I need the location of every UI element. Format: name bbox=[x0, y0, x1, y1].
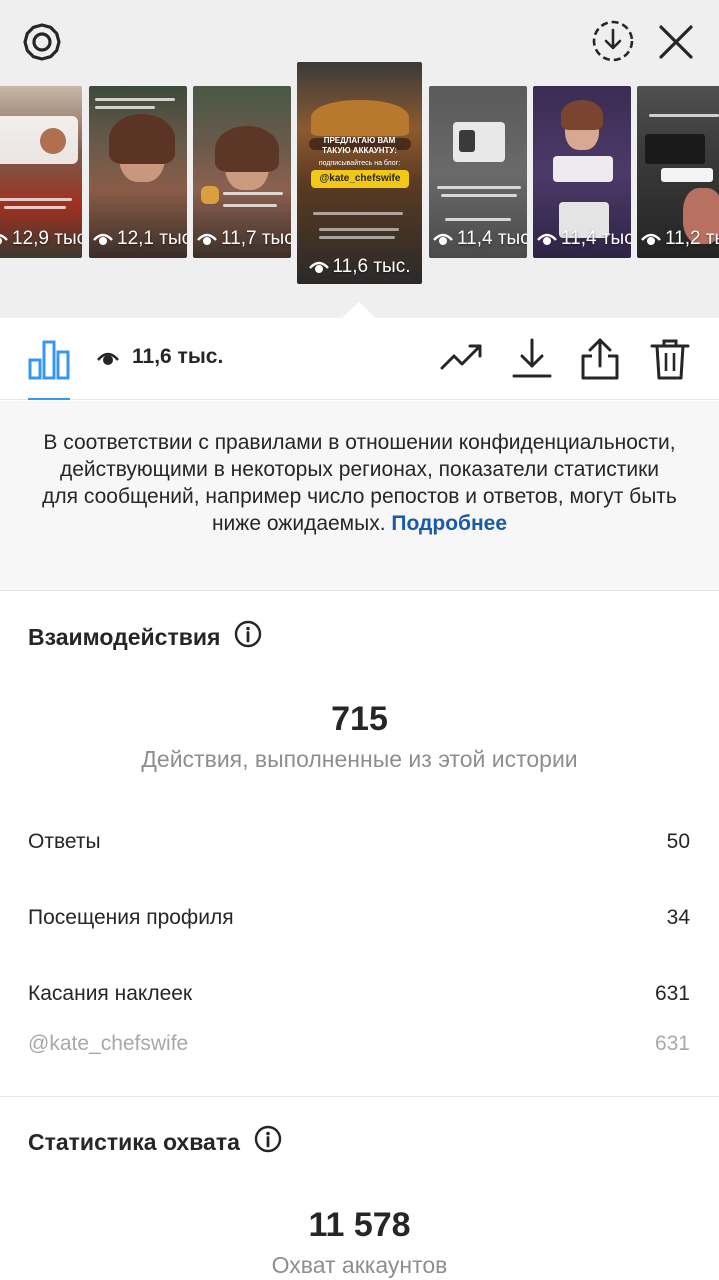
story-view-count: 11,4 тыс bbox=[533, 228, 631, 250]
trending-icon[interactable] bbox=[440, 338, 484, 383]
views-count: 11,6 тыс. bbox=[132, 345, 224, 368]
insights-panel: 11,6 тыс. В соответствии с правилами в о… bbox=[0, 318, 719, 1280]
download-icon[interactable] bbox=[512, 338, 552, 385]
interactions-section-title: Взаимодействия bbox=[28, 620, 262, 654]
close-icon[interactable] bbox=[656, 22, 696, 62]
insights-toolbar: 11,6 тыс. bbox=[0, 318, 719, 400]
privacy-notice: В соответствии с правилами в отношении к… bbox=[0, 401, 719, 591]
story-thumbnail[interactable]: 11,2 тыс bbox=[637, 86, 719, 258]
download-circle-icon[interactable] bbox=[590, 18, 636, 64]
story-thumbnail[interactable]: 11,7 тыс bbox=[193, 86, 291, 258]
story-thumbnail[interactable]: 11,4 тыс bbox=[533, 86, 631, 258]
views-eye-icon bbox=[97, 348, 119, 373]
stat-row-profile-visits: Посещения профиля 34 bbox=[28, 906, 690, 930]
learn-more-link[interactable]: Подробнее bbox=[391, 512, 507, 535]
insights-chart-icon[interactable] bbox=[28, 338, 70, 385]
info-icon[interactable] bbox=[254, 1125, 282, 1159]
stat-row-replies: Ответы 50 bbox=[28, 830, 690, 854]
info-icon[interactable] bbox=[234, 620, 262, 654]
interactions-title: Взаимодействия bbox=[28, 623, 221, 650]
story-thumbnail-selected[interactable]: ПРЕДЛАГАЮ ВАМ ТАКУЮ АККАУНТУ: подписывай… bbox=[297, 62, 422, 284]
settings-gear-icon[interactable] bbox=[20, 20, 64, 64]
story-handle-sticker: @kate_chefswife bbox=[311, 170, 409, 188]
active-tab-indicator bbox=[28, 398, 70, 400]
privacy-notice-text: В соответствии с правилами в отношении к… bbox=[42, 431, 677, 535]
stat-value: 34 bbox=[666, 906, 690, 929]
story-headline: ПРЕДЛАГАЮ ВАМ ТАКУЮ АККАУНТУ: bbox=[322, 136, 397, 155]
section-divider bbox=[0, 1096, 719, 1097]
stat-label: Посещения профиля bbox=[28, 906, 234, 929]
story-view-count: 12,9 тыс bbox=[0, 228, 82, 250]
story-carousel-area: 12,9 тыс 12,1 тыс 11,7 тыс ПРЕДЛАГАЮ ВАМ… bbox=[0, 0, 719, 318]
reach-total: 11 578 bbox=[308, 1206, 411, 1244]
reach-title: Статистика охвата bbox=[28, 1128, 240, 1155]
story-view-count: 11,2 тыс bbox=[637, 228, 719, 250]
story-view-count: 12,1 тыс bbox=[89, 228, 187, 250]
story-view-count: 11,7 тыс bbox=[193, 228, 291, 250]
story-thumbnail[interactable]: 12,9 тыс bbox=[0, 86, 82, 258]
story-thumbnail[interactable]: 12,1 тыс bbox=[89, 86, 187, 258]
stat-label: Ответы bbox=[28, 830, 101, 853]
story-view-count: 11,4 тыс bbox=[429, 228, 527, 250]
stat-row-sticker-taps: Касания наклеек 631 bbox=[28, 982, 690, 1006]
reach-total-caption: Охват аккаунтов bbox=[271, 1252, 448, 1278]
reach-section-title: Статистика охвата bbox=[28, 1125, 282, 1159]
stat-label: @kate_chefswife bbox=[28, 1032, 189, 1055]
story-view-count: 11,6 тыс. bbox=[297, 256, 422, 278]
interactions-total-caption: Действия, выполненные из этой истории bbox=[141, 746, 578, 772]
story-subscribe-text: подписывайтесь на блог: bbox=[318, 160, 401, 167]
stat-value: 631 bbox=[654, 982, 690, 1005]
trash-icon[interactable] bbox=[650, 338, 690, 385]
stat-value: 631 bbox=[654, 1032, 690, 1055]
stat-row-mention-sticker: @kate_chefswife 631 bbox=[28, 1032, 690, 1056]
selected-story-pointer bbox=[341, 302, 377, 319]
share-icon[interactable] bbox=[580, 338, 620, 385]
stat-value: 50 bbox=[666, 830, 690, 853]
interactions-total: 715 bbox=[331, 700, 388, 738]
stat-label: Касания наклеек bbox=[28, 982, 193, 1005]
story-thumbnail[interactable]: 11,4 тыс bbox=[429, 86, 527, 258]
